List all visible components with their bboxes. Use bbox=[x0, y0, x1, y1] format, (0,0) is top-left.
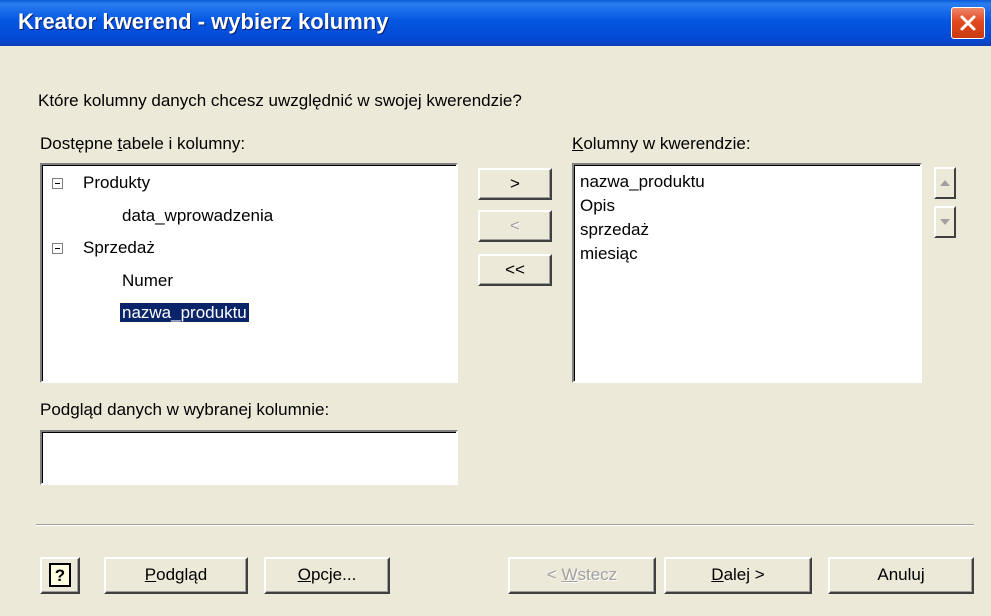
tree-leaf-numer[interactable]: Numer bbox=[122, 269, 173, 293]
question-mark-icon: ? bbox=[49, 563, 71, 587]
close-icon bbox=[960, 15, 976, 31]
list-item[interactable]: nazwa_produktu bbox=[580, 169, 705, 195]
query-columns-label: Kolumny w kwerendzie: bbox=[572, 134, 751, 153]
arrow-up-icon bbox=[940, 180, 950, 186]
close-button[interactable] bbox=[951, 7, 985, 39]
help-button[interactable]: ? bbox=[40, 557, 80, 594]
back-button[interactable]: < Wstecz bbox=[508, 557, 656, 594]
svg-text:?: ? bbox=[55, 566, 65, 585]
remove-column-button[interactable]: < bbox=[478, 210, 552, 242]
cancel-button[interactable]: Anuluj bbox=[828, 557, 974, 594]
list-item[interactable]: Opis bbox=[580, 193, 615, 219]
available-columns-label: Dostępne tabele i kolumny: bbox=[40, 134, 246, 153]
tree-leaf-label: Numer bbox=[122, 271, 174, 290]
available-columns-tree[interactable]: Produkty data_wprowadzenia Sprzedaż Nume… bbox=[40, 163, 458, 383]
separator bbox=[36, 524, 974, 526]
arrow-down-icon bbox=[940, 219, 950, 225]
dialog-prompt: Które kolumny danych chcesz uwzględnić w… bbox=[38, 91, 522, 110]
window-title: Kreator kwerend - wybierz kolumny bbox=[18, 9, 389, 34]
collapse-icon[interactable] bbox=[52, 178, 63, 189]
list-item[interactable]: sprzedaż bbox=[580, 217, 649, 243]
title-bar: Kreator kwerend - wybierz kolumny bbox=[0, 0, 991, 46]
add-column-button[interactable]: > bbox=[478, 168, 552, 200]
remove-all-columns-button[interactable]: << bbox=[478, 254, 552, 286]
collapse-icon[interactable] bbox=[52, 243, 63, 254]
next-button[interactable]: Dalej > bbox=[664, 557, 812, 594]
tree-node-label: Sprzedaż bbox=[83, 238, 155, 257]
preview-button[interactable]: Podgląd bbox=[104, 557, 248, 594]
preview-field bbox=[40, 430, 458, 485]
selected-item-label: nazwa_produktu bbox=[119, 302, 250, 323]
move-up-button[interactable] bbox=[934, 167, 956, 199]
move-down-button[interactable] bbox=[934, 206, 956, 238]
tree-leaf-label: data_wprowadzenia bbox=[122, 206, 274, 225]
preview-label: Podgląd danych w wybranej kolumnie: bbox=[40, 400, 330, 419]
list-item[interactable]: miesiąc bbox=[580, 241, 638, 267]
options-button[interactable]: Opcje... bbox=[264, 557, 390, 594]
tree-leaf-data-wprowadzenia[interactable]: data_wprowadzenia bbox=[122, 204, 273, 228]
tree-leaf-nazwa-produktu[interactable]: nazwa_produktu bbox=[119, 301, 250, 325]
query-columns-list[interactable]: nazwa_produktu Opis sprzedaż miesiąc bbox=[572, 163, 922, 383]
tree-node-label: Produkty bbox=[83, 173, 151, 192]
